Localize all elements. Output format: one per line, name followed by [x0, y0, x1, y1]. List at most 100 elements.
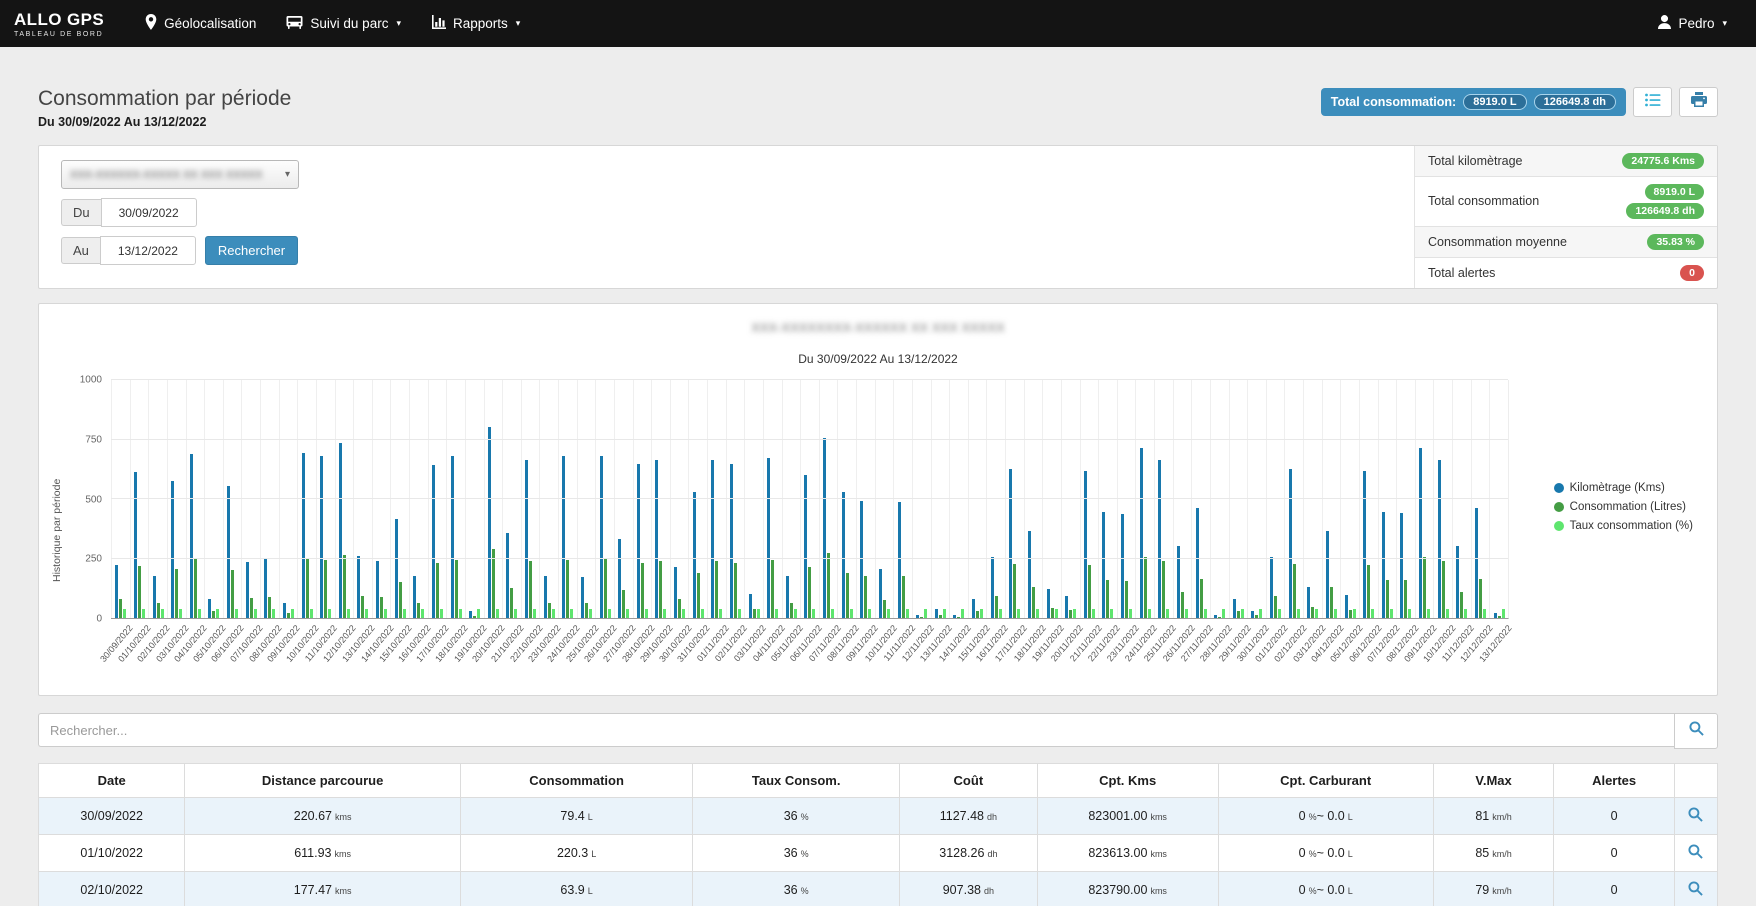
date-to-label: Au	[61, 237, 100, 264]
legend-dot	[1554, 502, 1564, 512]
legend-item[interactable]: Kilomètrage (Kms)	[1554, 482, 1693, 494]
bar-km	[749, 594, 752, 618]
table-cell: 81km/h	[1433, 798, 1554, 835]
gridline	[111, 379, 1508, 380]
y-tick-label: 0	[96, 614, 102, 625]
date-to-input[interactable]	[100, 236, 196, 265]
legend-item[interactable]: Taux consommation (%)	[1554, 520, 1693, 532]
legend-label: Taux consommation (%)	[1570, 520, 1693, 532]
page-header: Consommation par période Du 30/09/2022 A…	[38, 47, 1718, 129]
row-detail-button[interactable]	[1674, 872, 1717, 906]
bar-litres	[1162, 561, 1165, 618]
bar-taux	[310, 609, 313, 618]
date-from-input[interactable]	[101, 198, 197, 227]
location-pin-icon	[145, 14, 157, 33]
bar-taux	[868, 609, 871, 618]
bar-group	[1229, 380, 1248, 618]
bar-taux	[1353, 609, 1356, 618]
user-menu[interactable]: Pedro ▾	[1643, 0, 1742, 47]
bar-litres	[902, 576, 905, 618]
bar-litres	[157, 603, 160, 618]
rechercher-button[interactable]: Rechercher	[205, 236, 298, 265]
nav-item-rapports[interactable]: Rapports ▾	[416, 0, 535, 47]
bar-litres	[976, 611, 979, 618]
table-cell: 79km/h	[1433, 872, 1554, 906]
bar-km	[953, 615, 956, 618]
y-axis-ticks: 02505007501000	[69, 380, 111, 619]
bar-km	[916, 615, 919, 618]
bar-group	[465, 380, 484, 618]
row-detail-button[interactable]	[1674, 798, 1717, 835]
bar-litres	[715, 561, 718, 618]
bar-km	[544, 576, 547, 618]
bar-km	[283, 603, 286, 618]
chevron-down-icon: ▾	[1722, 18, 1727, 29]
bar-km	[1251, 611, 1254, 618]
stat-badge: 126649.8 dh	[1626, 203, 1704, 219]
bar-taux	[943, 609, 946, 618]
bar-litres	[1125, 581, 1128, 618]
bar-group	[1042, 380, 1061, 618]
filter-panel: XXX-XXXXXX-XXXXX XX XXX XXXXX ▾ Du Au Re…	[38, 145, 1718, 289]
bar-litres	[995, 596, 998, 618]
bar-group	[148, 380, 167, 618]
brand-logo[interactable]: ALLO GPS TABLEAU DE BORD	[14, 10, 104, 38]
table-row: 01/10/2022611.93kms220.3L36%3128.26dh823…	[39, 835, 1718, 872]
chart-legend: Kilomètrage (Kms) Consommation (Litres) Ta…	[1554, 482, 1693, 532]
vehicle-select[interactable]: XXX-XXXXXX-XXXXX XX XXX XXXXX ▾	[61, 160, 299, 189]
bar-litres	[1200, 579, 1203, 619]
bar-litres	[1330, 587, 1333, 618]
row-detail-button[interactable]	[1674, 835, 1717, 872]
print-button[interactable]	[1679, 87, 1718, 117]
table-cell: 823613.00kms	[1037, 835, 1218, 872]
bar-group	[968, 380, 987, 618]
bar-taux	[738, 609, 741, 618]
bar-group	[1191, 380, 1210, 618]
user-name: Pedro	[1678, 16, 1714, 31]
bar-km	[581, 577, 584, 618]
bar-km	[488, 427, 491, 618]
bar-litres	[957, 617, 960, 618]
stat-row: Total alertes0	[1415, 258, 1717, 288]
bar-km	[786, 576, 789, 618]
bar-litres	[1498, 616, 1501, 618]
bar-taux	[123, 609, 126, 618]
bar-litres	[734, 563, 737, 618]
bar-taux	[608, 609, 611, 618]
bar-group	[1080, 380, 1099, 618]
bar-litres	[1311, 607, 1314, 618]
bar-litres	[399, 582, 402, 618]
bar-group	[614, 380, 633, 618]
bar-taux	[1166, 609, 1169, 618]
bar-km	[413, 576, 416, 618]
table-header-row: DateDistance parcourueConsommationTaux C…	[39, 764, 1718, 798]
bar-litres	[343, 555, 346, 618]
table-cell: 36%	[693, 872, 900, 906]
bar-litres	[1255, 615, 1258, 618]
bar-taux	[496, 609, 499, 618]
bar-km	[227, 486, 230, 618]
bar-taux	[794, 609, 797, 618]
nav-item-suivi-du-parc[interactable]: Suivi du parc ▾	[271, 0, 416, 47]
bar-group	[931, 380, 950, 618]
bar-litres	[138, 566, 141, 618]
nav-item-geolocalisation[interactable]: Géolocalisation	[130, 0, 271, 47]
brand-title: ALLO GPS	[14, 10, 104, 30]
bar-group	[1322, 380, 1341, 618]
search-button[interactable]	[1674, 713, 1718, 749]
bar-km	[879, 569, 882, 618]
column-header: Distance parcourue	[185, 764, 461, 798]
list-view-button[interactable]	[1633, 87, 1672, 117]
bar-taux	[999, 609, 1002, 618]
search-icon	[1688, 811, 1703, 825]
bar-group	[186, 380, 205, 618]
bar-taux	[1185, 609, 1188, 618]
bar-taux	[887, 609, 890, 618]
bar-taux	[440, 609, 443, 618]
bar-group	[595, 380, 614, 618]
total-consommation-label: Total consommation:	[1331, 95, 1456, 109]
legend-item[interactable]: Consommation (Litres)	[1554, 501, 1693, 513]
bar-taux	[216, 609, 219, 618]
bar-km	[506, 533, 509, 618]
search-input[interactable]	[38, 713, 1674, 747]
